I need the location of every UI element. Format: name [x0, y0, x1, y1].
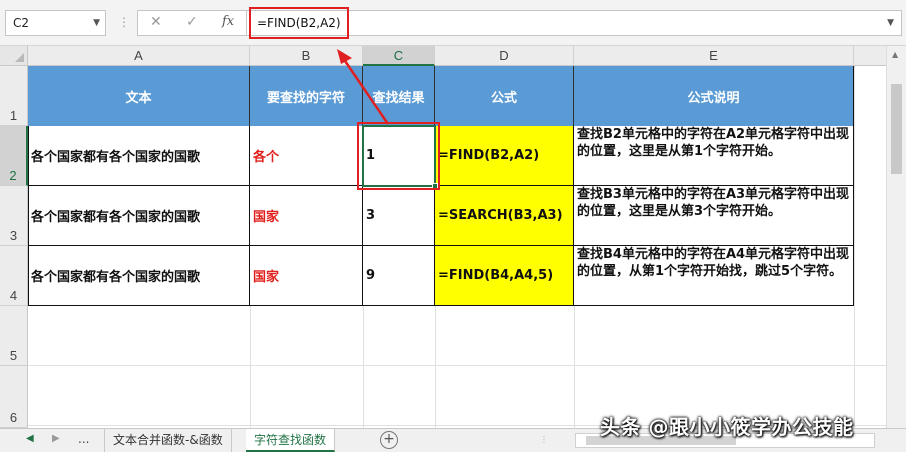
- tab-char-find[interactable]: 字符查找函数: [246, 429, 336, 452]
- more-icon: ⋮: [540, 435, 548, 444]
- arrow-right-icon[interactable]: ▶: [52, 433, 60, 444]
- more-tabs-button[interactable]: ...: [78, 432, 89, 446]
- watermark: 头条 @跟小小筱学办公技能: [600, 415, 854, 439]
- scrollbar-thumb[interactable]: [891, 84, 902, 174]
- arrow-left-icon[interactable]: ◀: [26, 433, 34, 444]
- arrow-icon: [337, 49, 390, 125]
- vertical-scrollbar[interactable]: ▲: [886, 46, 906, 428]
- tab-text-merge[interactable]: 文本合并函数-&函数: [104, 429, 232, 452]
- arrow-up-icon[interactable]: ▲: [892, 50, 898, 59]
- add-sheet-icon[interactable]: +: [380, 431, 398, 449]
